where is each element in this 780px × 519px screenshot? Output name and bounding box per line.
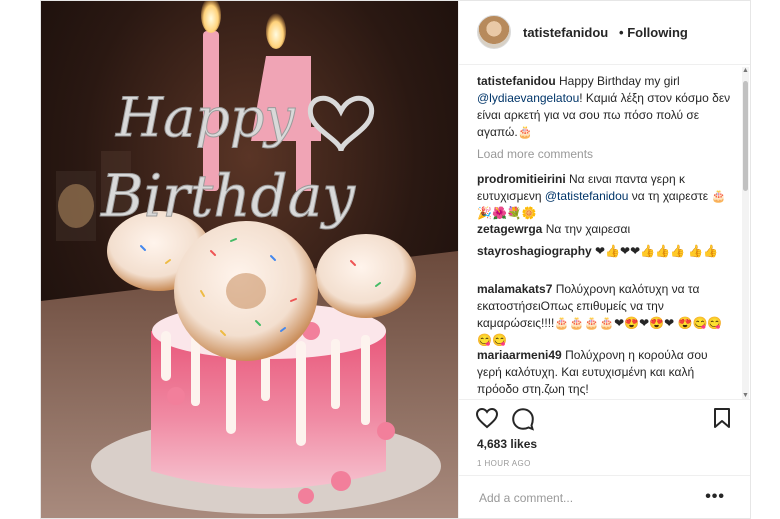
comment-item: stayroshagiography ❤👍❤❤👍👍👍 👍👍 xyxy=(477,243,735,260)
following-label[interactable]: Following xyxy=(627,25,688,40)
add-comment-bar: ••• xyxy=(459,475,750,518)
scroll-up-arrow-icon[interactable]: ▲ xyxy=(742,67,749,74)
add-comment-input[interactable] xyxy=(477,490,701,506)
post-photo[interactable]: Happy Birthday xyxy=(41,1,458,518)
likes-count[interactable]: 4,683 likes xyxy=(477,437,537,451)
comment-username[interactable]: prodromitieirini xyxy=(477,172,566,186)
comment-item: mariaarmeni49 Πολύχρονη η κορούλα σου γε… xyxy=(477,347,735,398)
comment-username[interactable]: zetagewrga xyxy=(477,222,542,236)
separator-dot: • xyxy=(619,25,624,40)
post-details-panel: tatistefanidou • Following tatistefanido… xyxy=(458,1,750,518)
instagram-post-modal: Happy Birthday tatistefanidou • Followin… xyxy=(40,0,751,519)
caption: tatistefanidou Happy Birthday my girl @l… xyxy=(477,73,735,141)
comments-list: tatistefanidou Happy Birthday my girl @l… xyxy=(459,65,745,399)
comment-item: zetagewrga Να την χαιρεσαι xyxy=(477,221,735,238)
bookmark-save-icon[interactable] xyxy=(713,407,731,429)
comment-item: malamakats7 Πολύχρονη καλότυχη να τα εκα… xyxy=(477,281,735,349)
avatar[interactable] xyxy=(477,15,511,49)
caption-text-1: Happy Birthday my girl xyxy=(559,74,680,88)
comment-bubble-icon[interactable] xyxy=(511,407,535,431)
caption-mention-link[interactable]: @lydiaevangelatou xyxy=(477,91,579,105)
comment-username[interactable]: mariaarmeni49 xyxy=(477,348,562,362)
comment-text: ❤👍❤❤👍👍👍 👍👍 xyxy=(595,244,719,258)
post-actions xyxy=(459,399,750,439)
author-username[interactable]: tatistefanidou xyxy=(523,25,608,40)
like-heart-icon[interactable] xyxy=(475,407,499,429)
scrollbar-thumb[interactable] xyxy=(743,81,748,191)
load-more-comments-link[interactable]: Load more comments xyxy=(477,147,593,161)
comment-text: Να την χαιρεσαι xyxy=(545,222,631,236)
scroll-down-arrow-icon[interactable]: ▼ xyxy=(742,392,749,399)
post-header: tatistefanidou • Following xyxy=(459,1,750,65)
comment-username[interactable]: malamakats7 xyxy=(477,282,552,296)
follow-status[interactable]: • Following xyxy=(619,25,688,40)
comment-username[interactable]: stayroshagiography xyxy=(477,244,592,258)
comments-scrollbar[interactable]: ▲ ▼ xyxy=(742,67,749,399)
topper-happy-text: Happy xyxy=(115,86,296,149)
comment-item: prodromitieirini Να ειναι παντα γερη κ ε… xyxy=(477,171,735,222)
post-timestamp[interactable]: 1 HOUR AGO xyxy=(477,459,531,468)
caption-username[interactable]: tatistefanidou xyxy=(477,74,556,88)
more-options-icon[interactable]: ••• xyxy=(705,488,725,506)
comment-mention-link[interactable]: @tatistefanidou xyxy=(545,189,629,203)
birthday-cake-image: Happy Birthday xyxy=(41,1,458,518)
topper-birthday-text: Birthday xyxy=(100,162,356,230)
